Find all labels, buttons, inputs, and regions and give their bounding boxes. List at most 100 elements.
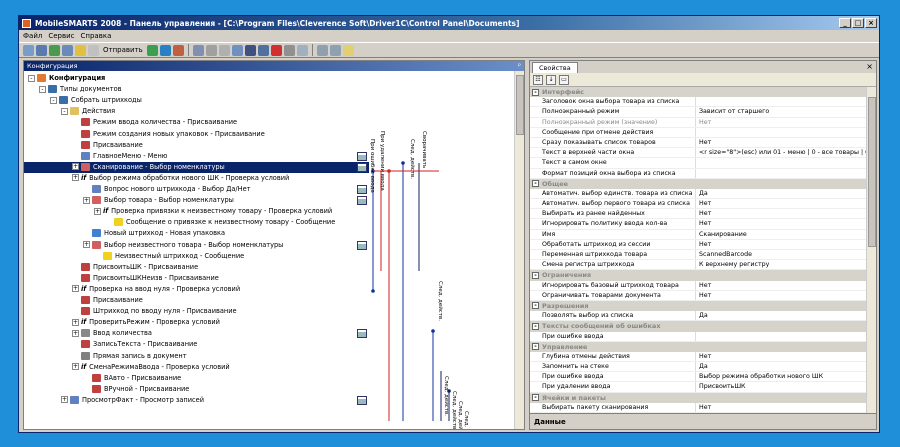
- tree-item[interactable]: + Выбор товара - Выбор номенклатуры: [24, 195, 369, 206]
- refresh-icon[interactable]: [146, 44, 158, 56]
- property-value[interactable]: [695, 127, 868, 137]
- move-icon[interactable]: [231, 44, 243, 56]
- categorized-icon[interactable]: ☷: [533, 74, 543, 85]
- property-row[interactable]: Заголовок окна выбора товара из списка: [530, 97, 868, 108]
- property-value[interactable]: Нет: [695, 351, 868, 362]
- property-row[interactable]: Позволять выбор из списка Да: [530, 311, 868, 322]
- property-row[interactable]: При ошибке ввода Выбор режима обработки н…: [530, 372, 868, 383]
- table-icon[interactable]: [357, 196, 367, 206]
- table-icon[interactable]: [357, 395, 367, 405]
- tree-item[interactable]: ВРучной - Присваивание: [24, 384, 369, 395]
- property-row[interactable]: Запомнить на стеке Да: [530, 362, 868, 373]
- tree-item[interactable]: Вопрос нового штрихкода - Выбор Да/Нет: [24, 184, 369, 195]
- property-row[interactable]: Игнорировать политику ввода кол-ва Нет: [530, 219, 868, 230]
- save-icon[interactable]: [49, 44, 60, 56]
- property-row[interactable]: Полноэкранный режим Зависит от старшего: [530, 107, 868, 118]
- table-icon[interactable]: [357, 185, 367, 194]
- property-value[interactable]: Нет: [695, 402, 868, 412]
- tree-item[interactable]: + if ПроверитьРежим - Проверка условий: [24, 317, 369, 328]
- property-row[interactable]: Полноэкранный режим (значение) Нет: [530, 117, 868, 128]
- stop-icon[interactable]: [283, 44, 295, 56]
- tree-item[interactable]: ПрисвоитьШКНеизв - Присваивание: [24, 273, 369, 284]
- property-row[interactable]: Имя Сканирование: [530, 229, 868, 240]
- property-row[interactable]: Автоматич. выбор единств. товара из спис…: [530, 188, 868, 200]
- disconnect-icon[interactable]: [172, 44, 184, 56]
- delete-icon[interactable]: [205, 44, 217, 56]
- property-value[interactable]: Выбор режима обработки нового ШК: [695, 372, 868, 382]
- run-icon[interactable]: [244, 44, 256, 56]
- help-icon[interactable]: [342, 44, 354, 56]
- table-icon[interactable]: [357, 162, 367, 172]
- expand-icon[interactable]: +: [61, 396, 68, 404]
- pin-icon[interactable]: ᵖ: [518, 61, 521, 71]
- expand-icon[interactable]: +: [72, 318, 79, 326]
- property-value[interactable]: Да: [695, 362, 868, 372]
- property-value[interactable]: Нет: [695, 209, 868, 219]
- property-value[interactable]: ScannedBarcode: [695, 250, 868, 260]
- property-category[interactable]: - Тексты сообщений об ошибках: [530, 321, 868, 332]
- expand-icon[interactable]: +: [72, 329, 79, 337]
- tree-item[interactable]: Новый штрихкод - Новая упаковка: [24, 228, 369, 239]
- tree-item[interactable]: Прямая запись в документ: [24, 351, 369, 362]
- step-icon[interactable]: [257, 44, 269, 56]
- tree-item[interactable]: + if Проверка на ввод нуля - Проверка усло…: [24, 284, 369, 295]
- connect-icon[interactable]: [159, 44, 171, 56]
- collapse-icon[interactable]: -: [50, 96, 57, 104]
- property-row[interactable]: Автоматич. выбор первого товара из списк…: [530, 199, 868, 210]
- collapse-icon[interactable]: -: [532, 394, 539, 402]
- expand-icon[interactable]: +: [72, 174, 79, 182]
- property-row[interactable]: Игнорировать базовый штрихкод товара Нет: [530, 280, 868, 291]
- filter-icon[interactable]: [192, 44, 204, 56]
- tree-item[interactable]: + if Проверка привязки к неизвестному това…: [24, 206, 369, 217]
- close-button[interactable]: ×: [865, 18, 877, 28]
- tree-item[interactable]: Режим создания новых упаковок - Присваив…: [24, 129, 369, 140]
- tree-item[interactable]: + if СменаРежимаВвода - Проверка условий: [24, 362, 369, 373]
- property-category[interactable]: - Ограничения: [530, 270, 868, 281]
- expand-icon[interactable]: +: [83, 241, 90, 248]
- property-value[interactable]: Зависит от старшего: [695, 107, 868, 117]
- property-value[interactable]: <r size="8">(esc) или 01 - меню | 0 - вс…: [695, 148, 868, 158]
- property-row[interactable]: Сообщение при отмене действия: [530, 127, 868, 138]
- collapse-icon[interactable]: -: [28, 74, 35, 82]
- tree-item[interactable]: Присваивание: [24, 140, 369, 151]
- left-scroll-thumb[interactable]: [516, 75, 524, 135]
- new-icon[interactable]: [23, 44, 34, 56]
- cut-icon[interactable]: [218, 44, 230, 56]
- collapse-icon[interactable]: -: [61, 107, 68, 115]
- left-scrollbar[interactable]: [514, 71, 524, 429]
- tree-item[interactable]: Сообщение о привязке к неизвестному това…: [24, 217, 369, 228]
- sort-alpha-icon[interactable]: ↓: [546, 74, 556, 85]
- options-icon[interactable]: [296, 44, 308, 56]
- expand-icon[interactable]: +: [83, 196, 90, 204]
- property-value[interactable]: Нет: [695, 219, 868, 229]
- property-row[interactable]: Текст в верхней части окна <r size="8">(e…: [530, 148, 868, 159]
- properties-scrollbar[interactable]: [866, 87, 876, 415]
- property-row[interactable]: Выбирать пакету сканирования Нет: [530, 402, 868, 413]
- property-value[interactable]: Нет: [695, 137, 868, 148]
- property-value[interactable]: [695, 168, 868, 178]
- collapse-icon[interactable]: -: [532, 88, 539, 96]
- copy-icon[interactable]: [62, 44, 73, 56]
- tree-item[interactable]: ВАвто - Присваивание: [24, 373, 369, 384]
- menu-file[interactable]: Файл: [23, 32, 42, 40]
- tab-properties[interactable]: Свойства: [532, 62, 578, 73]
- tree-item[interactable]: + Сканирование - Выбор номенклатуры: [24, 161, 369, 173]
- collapse-icon[interactable]: -: [532, 343, 539, 351]
- property-row[interactable]: Обработать штрихкод из сессии Нет: [530, 239, 868, 250]
- tree-item[interactable]: + Выбор неизвестного товара - Выбор номен…: [24, 240, 369, 251]
- tree-item[interactable]: ЗаписьТекста - Присваивание: [24, 339, 369, 350]
- print-icon[interactable]: [88, 44, 99, 56]
- collapse-icon[interactable]: -: [39, 85, 46, 93]
- property-value[interactable]: Нет: [695, 280, 868, 290]
- tree-item[interactable]: - Типы документов: [24, 84, 369, 95]
- collapse-icon[interactable]: -: [532, 302, 539, 310]
- tree-item[interactable]: ГлавноеМеню - Меню: [24, 151, 369, 162]
- tree-item[interactable]: Режим ввода количества - Присваивание: [24, 117, 369, 128]
- send-button[interactable]: Отправить: [101, 46, 145, 54]
- properties-scroll-thumb[interactable]: [868, 97, 876, 247]
- tree-item[interactable]: - Собрать штрихкоды: [24, 95, 369, 106]
- open-icon[interactable]: [36, 44, 47, 56]
- property-category[interactable]: - Общее: [530, 178, 868, 189]
- tree-item[interactable]: ПрисвоитьШК - Присваивание: [24, 262, 369, 273]
- maximize-button[interactable]: □: [852, 18, 864, 28]
